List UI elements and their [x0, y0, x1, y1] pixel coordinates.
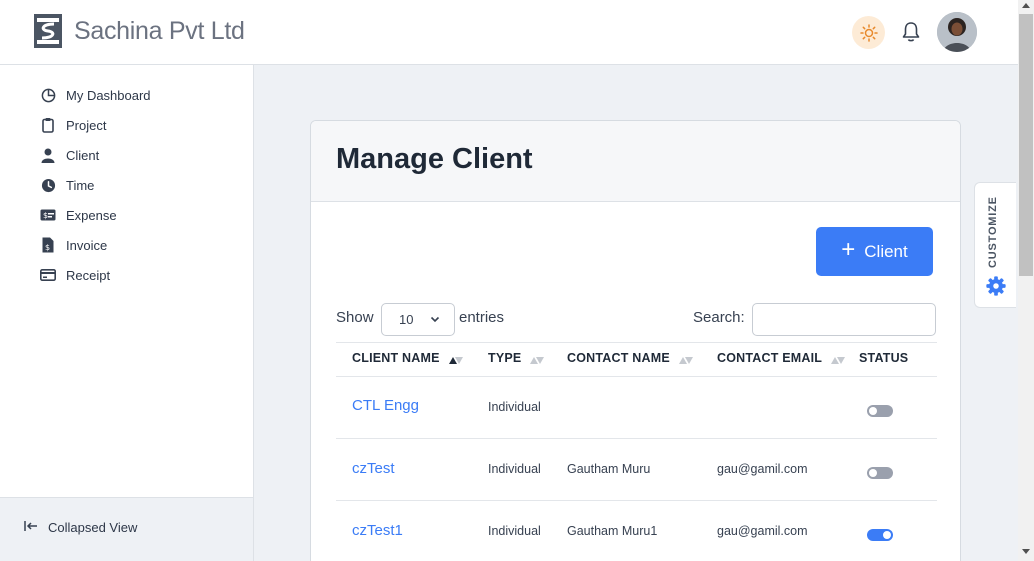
status-toggle[interactable]: [867, 405, 893, 417]
sidebar-item-receipt[interactable]: Receipt: [40, 265, 110, 285]
customize-tab[interactable]: CUSTOMIZE: [974, 182, 1016, 308]
toggle-knob: [869, 469, 877, 477]
gear-icon: [986, 276, 1006, 296]
sort-asc-icon: [448, 355, 464, 365]
client-type: Individual: [488, 400, 541, 414]
sidebar-item-my-dashboard[interactable]: My Dashboard: [40, 85, 151, 105]
contact-name: Gautham Muru1: [567, 524, 658, 538]
collapse-view-button[interactable]: Collapsed View: [24, 520, 137, 535]
client-type: Individual: [488, 462, 541, 476]
scroll-down-arrow[interactable]: [1022, 549, 1030, 554]
sun-icon: [859, 23, 878, 42]
bell-icon[interactable]: [899, 20, 923, 44]
toggle-knob: [869, 407, 877, 415]
search-label: Search:: [693, 309, 745, 326]
sidebar-item-label: Project: [66, 117, 107, 133]
sidebar: My Dashboard Project Client Time $ Expen…: [0, 65, 254, 497]
sidebar-item-project[interactable]: Project: [40, 115, 106, 135]
brand-name: Sachina Pvt Ltd: [74, 17, 245, 45]
column-header-type[interactable]: TYPE: [488, 351, 545, 365]
pie-chart-icon: [40, 87, 56, 103]
contact-name: Gautham Muru: [567, 462, 651, 476]
page-title: Manage Client: [336, 143, 533, 175]
contact-email: gau@gamil.com: [717, 524, 808, 538]
collapse-arrow-icon: [24, 520, 40, 535]
clipboard-icon: [40, 117, 56, 133]
entries-label: entries: [459, 309, 505, 326]
column-header-status: STATUS: [859, 351, 908, 365]
invoice-icon: $: [40, 237, 56, 253]
scroll-up-arrow[interactable]: [1022, 3, 1030, 8]
column-header-label: CLIENT NAME: [352, 351, 440, 365]
sort-icon: [830, 355, 846, 365]
theme-toggle-button[interactable]: [852, 16, 885, 49]
column-header-label: CONTACT NAME: [567, 351, 670, 365]
user-avatar[interactable]: [937, 12, 977, 52]
top-header: Sachina Pvt Ltd: [0, 0, 1018, 65]
sidebar-item-label: Receipt: [66, 267, 111, 283]
add-client-label: Client: [864, 241, 908, 261]
sidebar-item-label: Invoice: [66, 237, 108, 253]
status-toggle[interactable]: [867, 529, 893, 541]
card-header: Manage Client: [311, 121, 960, 202]
client-type: Individual: [488, 524, 541, 538]
money-icon: $: [40, 207, 56, 223]
contact-email: gau@gamil.com: [717, 462, 808, 476]
company-logo[interactable]: [34, 14, 62, 48]
sidebar-item-client[interactable]: Client: [40, 145, 99, 165]
client-name-link[interactable]: CTL Engg: [352, 397, 419, 414]
collapse-bar: Collapsed View: [0, 497, 254, 561]
add-client-button[interactable]: + Client: [816, 227, 933, 276]
client-name-link[interactable]: czTest: [352, 460, 395, 477]
status-toggle[interactable]: [867, 467, 893, 479]
toggle-knob: [883, 531, 891, 539]
client-name-link[interactable]: czTest1: [352, 522, 403, 539]
search-input[interactable]: [752, 303, 936, 336]
sort-icon: [529, 355, 545, 365]
svg-text:$: $: [43, 211, 48, 220]
table-header-border: [336, 376, 937, 377]
column-header-contact-name[interactable]: CONTACT NAME: [567, 351, 694, 365]
sidebar-item-label: Expense: [66, 207, 117, 223]
sort-icon: [678, 355, 694, 365]
row-divider: [336, 438, 937, 439]
sidebar-item-time[interactable]: Time: [40, 175, 94, 195]
column-header-client-name[interactable]: CLIENT NAME: [352, 351, 464, 365]
collapse-view-label: Collapsed View: [48, 520, 138, 535]
card-icon: [40, 267, 56, 283]
clock-icon: [40, 177, 56, 193]
show-label: Show: [336, 309, 374, 326]
svg-text:$: $: [45, 243, 50, 252]
column-header-label: STATUS: [859, 351, 909, 365]
column-header-contact-email[interactable]: CONTACT EMAIL: [717, 351, 846, 365]
sidebar-item-label: My Dashboard: [66, 87, 151, 103]
manage-client-card: Manage Client + Client Show 10 entries S…: [310, 120, 961, 561]
column-header-label: CONTACT EMAIL: [717, 351, 823, 365]
sidebar-item-invoice[interactable]: $ Invoice: [40, 235, 107, 255]
sidebar-item-expense[interactable]: $ Expense: [40, 205, 117, 225]
plus-icon: +: [841, 236, 856, 263]
customize-label: CUSTOMIZE: [987, 196, 999, 268]
table-top-border: [336, 342, 937, 343]
entries-select[interactable]: 10: [381, 303, 455, 336]
scrollbar-thumb[interactable]: [1019, 14, 1033, 276]
chevron-down-icon: [430, 316, 440, 323]
row-divider: [336, 500, 937, 501]
entries-value: 10: [399, 312, 414, 327]
column-header-label: TYPE: [488, 351, 522, 365]
user-icon: [40, 147, 56, 163]
sidebar-item-label: Time: [66, 177, 95, 193]
sidebar-item-label: Client: [66, 147, 100, 163]
